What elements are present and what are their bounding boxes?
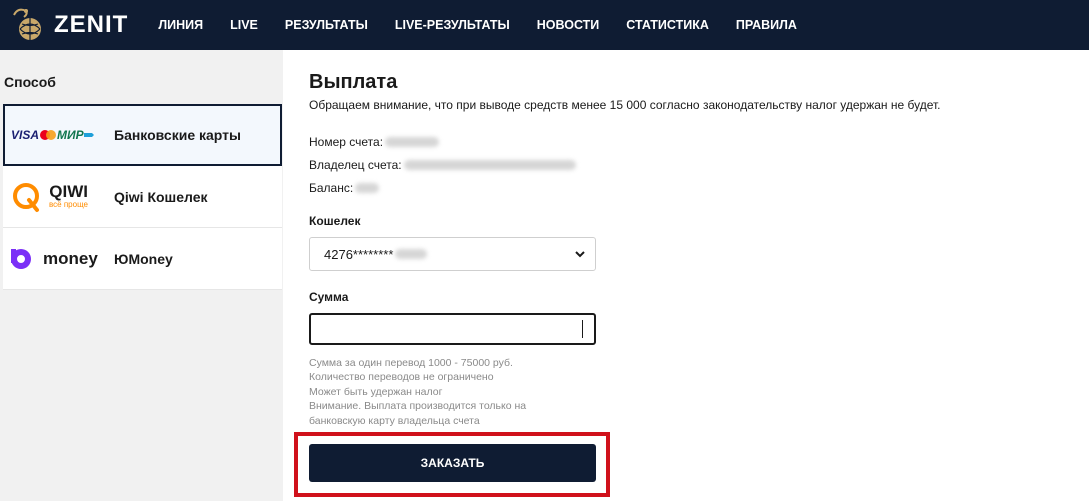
payment-method-sidebar: Способ VISA МИР Банковские карты QIWI вс… — [0, 50, 283, 501]
main-nav: ЛИНИЯ LIVE РЕЗУЛЬТАТЫ LIVE-РЕЗУЛЬТАТЫ НО… — [158, 18, 824, 32]
account-number-row: Номер счета: — [309, 135, 440, 149]
method-label-bank-cards: Банковские карты — [114, 127, 241, 143]
method-label-qiwi: Qiwi Кошелек — [114, 188, 208, 205]
method-bank-cards[interactable]: VISA МИР Банковские карты — [3, 104, 282, 166]
nav-item-news[interactable]: НОВОСТИ — [537, 18, 600, 32]
tax-notice: Обращаем внимание, что при выводе средст… — [309, 98, 941, 112]
qiwi-icon — [13, 182, 39, 212]
account-owner-row: Владелец счета: — [309, 158, 576, 172]
balance-label: Баланс: — [309, 181, 354, 195]
nav-item-line[interactable]: ЛИНИЯ — [158, 18, 203, 32]
account-number-label: Номер счета: — [309, 135, 384, 149]
method-title: Способ — [4, 74, 56, 90]
hint-count: Количество переводов не ограничено — [309, 371, 494, 384]
page-title: Выплата — [309, 71, 398, 93]
method-yoomoney[interactable]: money ЮMoney — [3, 228, 282, 290]
qiwi-logo: QIWI всё проще — [11, 181, 106, 213]
hint-card-owner: Внимание. Выплата производится только на… — [309, 400, 527, 427]
brand-name: ZENIT — [54, 11, 129, 38]
zenit-logo[interactable]: ZENIT — [8, 5, 128, 45]
amount-hints: Сумма за один перевод 1000 - 75000 руб. … — [309, 356, 569, 428]
yoomoney-wordmark: money — [43, 248, 98, 268]
mir-arrow-icon — [83, 133, 94, 137]
payment-method-list: VISA МИР Банковские карты QIWI всё проще… — [3, 104, 282, 290]
top-navigation-bar: ZENIT ЛИНИЯ LIVE РЕЗУЛЬТАТЫ LIVE-РЕЗУЛЬТ… — [0, 0, 1089, 50]
visa-logo: VISA — [11, 128, 40, 142]
chevron-down-icon — [575, 251, 585, 258]
mastercard-icon — [40, 130, 57, 140]
nav-item-rules[interactable]: ПРАВИЛА — [736, 18, 797, 32]
nav-item-live-results[interactable]: LIVE-РЕЗУЛЬТАТЫ — [395, 18, 510, 32]
wallet-value: 4276******** — [324, 246, 394, 262]
balance-row: Баланс: — [309, 181, 380, 195]
amount-label: Сумма — [309, 290, 349, 304]
balance-redacted — [355, 183, 380, 193]
account-owner-label: Владелец счета: — [309, 158, 402, 172]
wallet-label: Кошелек — [309, 214, 361, 228]
yoomoney-icon — [11, 248, 31, 269]
yoomoney-logo: money — [11, 248, 106, 269]
method-label-yoomoney: ЮMoney — [114, 250, 173, 267]
account-owner-redacted — [403, 160, 576, 170]
hint-tax: Может быть удержан налог — [309, 385, 443, 398]
order-button[interactable]: ЗАКАЗАТЬ — [309, 444, 596, 482]
nav-item-live[interactable]: LIVE — [230, 18, 258, 32]
hint-limit: Сумма за один перевод 1000 - 75000 руб. — [309, 357, 513, 369]
wallet-select[interactable]: 4276******** — [309, 237, 596, 271]
qiwi-slogan: всё проще — [49, 200, 89, 209]
text-caret — [582, 320, 583, 338]
wallet-redacted — [395, 249, 428, 259]
account-number-redacted — [385, 137, 440, 147]
globe-icon — [13, 8, 41, 40]
qiwi-wordmark: QIWI — [49, 182, 89, 201]
mir-logo: МИР — [57, 128, 84, 142]
amount-input[interactable] — [309, 313, 596, 345]
nav-item-statistics[interactable]: СТАТИСТИКА — [626, 18, 709, 32]
nav-item-results[interactable]: РЕЗУЛЬТАТЫ — [285, 18, 368, 32]
method-qiwi[interactable]: QIWI всё проще Qiwi Кошелек — [3, 166, 282, 228]
visa-mir-logo: VISA МИР — [11, 128, 106, 142]
